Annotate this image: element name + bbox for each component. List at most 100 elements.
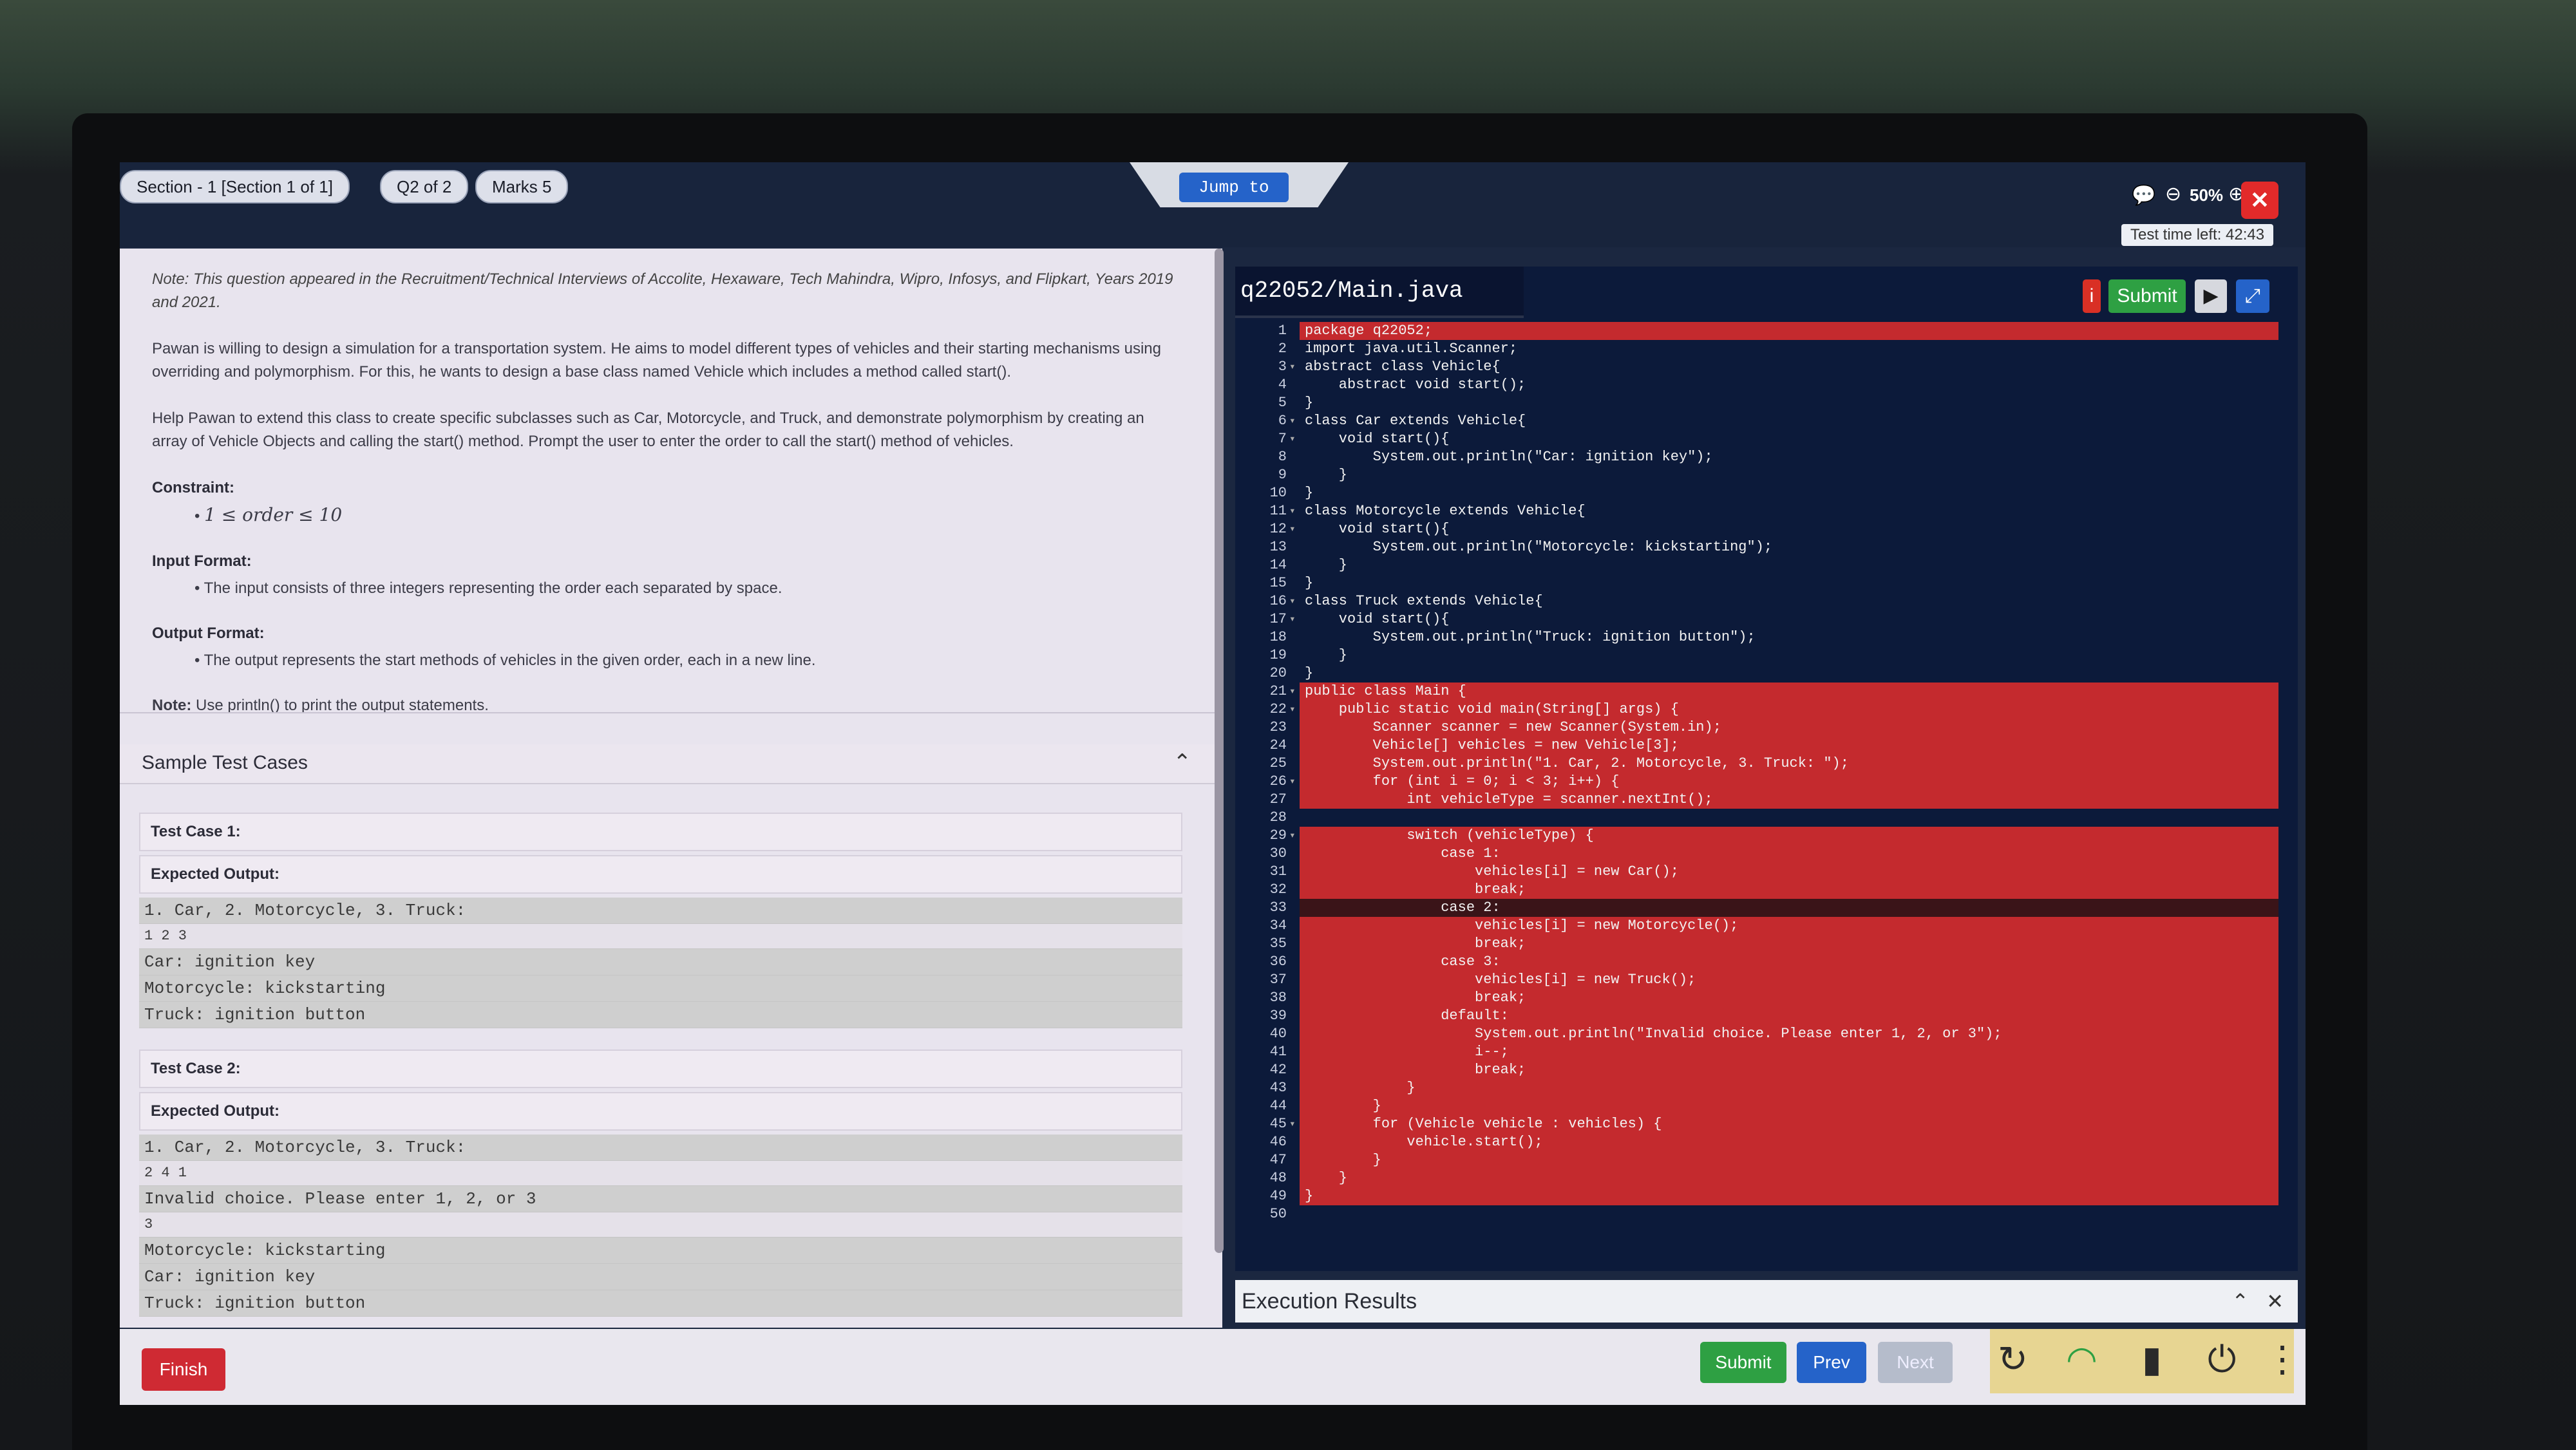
code-line[interactable]: 40 System.out.println("Invalid choice. P… <box>1235 1025 2278 1043</box>
code-line[interactable]: 38 break; <box>1235 989 2278 1007</box>
code-text[interactable]: vehicles[i] = new Motorcycle(); <box>1300 917 2278 935</box>
code-line[interactable]: 32 break; <box>1235 881 2278 899</box>
code-line[interactable]: 13 System.out.println("Motorcycle: kicks… <box>1235 538 2278 556</box>
submit-button[interactable]: Submit <box>1700 1342 1786 1383</box>
code-line[interactable]: 28 <box>1235 809 2278 827</box>
code-text[interactable]: class Car extends Vehicle{ <box>1300 412 2278 430</box>
code-text[interactable]: } <box>1300 646 2278 664</box>
code-line[interactable]: 16 ▾ class Truck extends Vehicle{ <box>1235 592 2278 610</box>
expand-icon[interactable]: ⤢ <box>2236 279 2269 313</box>
code-text[interactable]: break; <box>1300 1061 2278 1079</box>
code-line[interactable]: 19 } <box>1235 646 2278 664</box>
code-editor[interactable]: q22052/Main.java i Submit ▶ ⤢ 1 package q… <box>1235 267 2298 1271</box>
close-icon[interactable]: ✕ <box>2266 1289 2284 1313</box>
code-area[interactable]: 1 package q22052; 2 import java.util.Scanne… <box>1235 322 2278 1223</box>
code-line[interactable]: 18 System.out.println("Truck: ignition b… <box>1235 628 2278 646</box>
chevron-up-icon[interactable]: ⌃ <box>2231 1289 2249 1313</box>
code-text[interactable]: System.out.println("Truck: ignition butt… <box>1300 628 2278 646</box>
code-text[interactable]: public static void main(String[] args) { <box>1300 701 2278 719</box>
code-line[interactable]: 39 default: <box>1235 1007 2278 1025</box>
code-line[interactable]: 33 case 2: <box>1235 899 2278 917</box>
code-text[interactable]: } <box>1300 556 2278 574</box>
next-button[interactable]: Next <box>1878 1342 1953 1383</box>
refresh-icon[interactable]: ↻ <box>1998 1338 2028 1380</box>
code-line[interactable]: 42 break; <box>1235 1061 2278 1079</box>
wifi-icon[interactable]: ◠ <box>2066 1338 2098 1380</box>
code-line[interactable]: 8 System.out.println("Car: ignition key"… <box>1235 448 2278 466</box>
code-line[interactable]: 6 ▾ class Car extends Vehicle{ <box>1235 412 2278 430</box>
code-line[interactable]: 45 ▾ for (Vehicle vehicle : vehicles) { <box>1235 1115 2278 1133</box>
code-text[interactable]: abstract void start(); <box>1300 376 2278 394</box>
power-icon[interactable]: ⏻ <box>2208 1338 2236 1381</box>
code-text[interactable]: switch (vehicleType) { <box>1300 827 2278 845</box>
run-icon[interactable]: ▶ <box>2195 279 2227 313</box>
info-icon[interactable]: i <box>2083 279 2101 313</box>
code-line[interactable]: 47 } <box>1235 1151 2278 1169</box>
zoom-out-icon[interactable]: ⊖ <box>2165 183 2181 205</box>
code-line[interactable]: 46 vehicle.start(); <box>1235 1133 2278 1151</box>
code-line[interactable]: 5} <box>1235 394 2278 412</box>
code-line[interactable]: 2 import java.util.Scanner; <box>1235 340 2278 358</box>
sample-test-cases-header[interactable]: Sample Test Cases ⌃ <box>120 744 1215 784</box>
code-line[interactable]: 43 } <box>1235 1079 2278 1097</box>
chevron-up-icon[interactable]: ⌃ <box>1173 749 1192 775</box>
code-line[interactable]: 20} <box>1235 664 2278 683</box>
question-pill[interactable]: Q2 of 2 <box>380 170 469 203</box>
code-text[interactable]: System.out.println("1. Car, 2. Motorcycl… <box>1300 755 2278 773</box>
code-text[interactable]: } <box>1300 664 2278 683</box>
code-line[interactable]: 48 } <box>1235 1169 2278 1187</box>
code-line[interactable]: 11 ▾ class Motorcycle extends Vehicle{ <box>1235 502 2278 520</box>
question-scrollbar[interactable] <box>1215 249 1224 1253</box>
code-text[interactable]: } <box>1300 1079 2278 1097</box>
code-text[interactable]: i--; <box>1300 1043 2278 1061</box>
close-icon[interactable]: ✕ <box>2241 182 2278 219</box>
code-line[interactable]: 14 } <box>1235 556 2278 574</box>
code-line[interactable]: 23 Scanner scanner = new Scanner(System.… <box>1235 719 2278 737</box>
code-text[interactable]: void start(){ <box>1300 430 2278 448</box>
code-line[interactable]: 24 Vehicle[] vehicles = new Vehicle[3]; <box>1235 737 2278 755</box>
code-line[interactable]: 25 System.out.println("1. Car, 2. Motorc… <box>1235 755 2278 773</box>
code-line[interactable]: 34 vehicles[i] = new Motorcycle(); <box>1235 917 2278 935</box>
code-line[interactable]: 30 case 1: <box>1235 845 2278 863</box>
code-line[interactable]: 49} <box>1235 1187 2278 1205</box>
jump-to-button[interactable]: Jump to <box>1179 173 1289 202</box>
code-text[interactable]: } <box>1300 1187 2278 1205</box>
code-line[interactable]: 37 vehicles[i] = new Truck(); <box>1235 971 2278 989</box>
code-line[interactable]: 31 vehicles[i] = new Car(); <box>1235 863 2278 881</box>
code-text[interactable]: break; <box>1300 989 2278 1007</box>
code-text[interactable]: } <box>1300 1169 2278 1187</box>
code-line[interactable]: 3 ▾ abstract class Vehicle{ <box>1235 358 2278 376</box>
finish-button[interactable]: Finish <box>142 1348 225 1391</box>
code-text[interactable]: vehicles[i] = new Truck(); <box>1300 971 2278 989</box>
code-text[interactable]: System.out.println("Car: ignition key"); <box>1300 448 2278 466</box>
editor-submit-button[interactable]: Submit <box>2108 279 2186 313</box>
code-text[interactable]: import java.util.Scanner; <box>1300 340 2278 358</box>
code-text[interactable]: case 1: <box>1300 845 2278 863</box>
code-line[interactable]: 26 ▾ for (int i = 0; i < 3; i++) { <box>1235 773 2278 791</box>
code-text[interactable]: Vehicle[] vehicles = new Vehicle[3]; <box>1300 737 2278 755</box>
code-text[interactable]: } <box>1300 1151 2278 1169</box>
code-text[interactable]: System.out.println("Motorcycle: kickstar… <box>1300 538 2278 556</box>
code-text[interactable]: vehicle.start(); <box>1300 1133 2278 1151</box>
code-text[interactable]: break; <box>1300 881 2278 899</box>
prev-button[interactable]: Prev <box>1797 1342 1866 1383</box>
code-line[interactable]: 1 package q22052; <box>1235 322 2278 340</box>
code-text[interactable]: class Truck extends Vehicle{ <box>1300 592 2278 610</box>
code-line[interactable]: 35 break; <box>1235 935 2278 953</box>
code-text[interactable]: Scanner scanner = new Scanner(System.in)… <box>1300 719 2278 737</box>
code-line[interactable]: 22 ▾ public static void main(String[] arg… <box>1235 701 2278 719</box>
code-text[interactable]: default: <box>1300 1007 2278 1025</box>
code-text[interactable]: int vehicleType = scanner.nextInt(); <box>1300 791 2278 809</box>
code-line[interactable]: 29 ▾ switch (vehicleType) { <box>1235 827 2278 845</box>
code-line[interactable]: 27 int vehicleType = scanner.nextInt(); <box>1235 791 2278 809</box>
code-text[interactable]: public class Main { <box>1300 683 2278 701</box>
code-text[interactable]: void start(){ <box>1300 610 2278 628</box>
code-line[interactable]: 44 } <box>1235 1097 2278 1115</box>
code-line[interactable]: 17 ▾ void start(){ <box>1235 610 2278 628</box>
code-text[interactable]: package q22052; <box>1300 322 2278 340</box>
code-line[interactable]: 9 } <box>1235 466 2278 484</box>
more-icon[interactable]: ⋮ <box>2264 1338 2300 1380</box>
code-text[interactable]: class Motorcycle extends Vehicle{ <box>1300 502 2278 520</box>
code-line[interactable]: 36 case 3: <box>1235 953 2278 971</box>
code-line[interactable]: 10} <box>1235 484 2278 502</box>
